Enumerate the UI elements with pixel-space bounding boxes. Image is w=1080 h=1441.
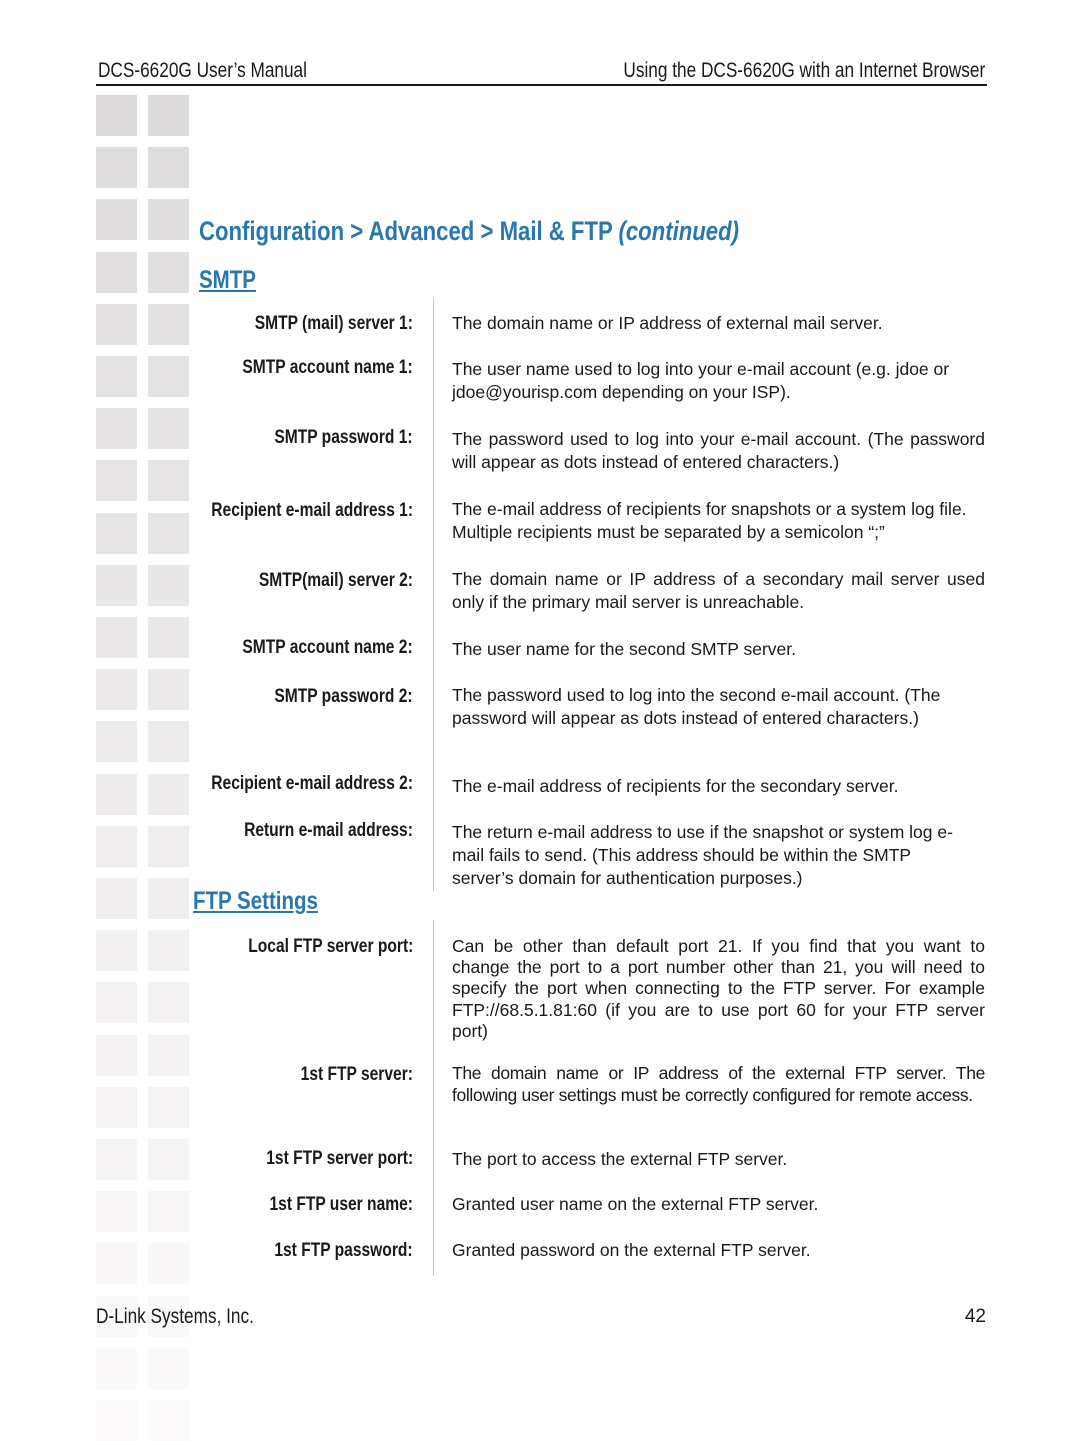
desc-ftp-server-port: The port to access the external FTP serv… xyxy=(452,1149,788,1169)
decorative-square xyxy=(96,408,137,450)
breadcrumb-title: Configuration > Advanced > Mail & FTP xyxy=(199,216,613,246)
decorative-square xyxy=(96,147,137,189)
label-ftp-server-port: 1st FTP server port: xyxy=(266,1148,413,1169)
decorative-square xyxy=(96,1191,137,1233)
desc-ftp-user-name: Granted user name on the external FTP se… xyxy=(452,1194,819,1214)
decorative-square xyxy=(148,251,189,293)
decorative-square xyxy=(148,564,189,606)
decorative-square xyxy=(96,95,137,136)
decorative-square xyxy=(148,721,189,763)
label-ftp-server: 1st FTP server: xyxy=(300,1064,413,1085)
desc-smtp-password-2: The password used to log into the second… xyxy=(452,685,941,728)
decorative-square xyxy=(148,982,189,1024)
decorative-square xyxy=(148,147,189,189)
decorative-square xyxy=(148,303,189,345)
decorative-square xyxy=(148,773,189,815)
label-smtp-password-2: SMTP password 2: xyxy=(274,686,413,707)
label-ftp-password: 1st FTP password: xyxy=(274,1240,413,1261)
label-smtp-server-1: SMTP (mail) server 1: xyxy=(254,313,413,334)
decorative-square xyxy=(96,1400,137,1441)
decorative-square xyxy=(148,460,189,502)
decorative-square xyxy=(96,669,137,711)
desc-smtp-server-2: The domain name or IP address of a secon… xyxy=(452,569,985,612)
page-header: DCS-6620G User’s Manual Using the DCS-66… xyxy=(96,58,987,86)
decorative-square xyxy=(96,303,137,345)
decorative-square xyxy=(96,460,137,502)
decorative-square xyxy=(148,1400,189,1441)
label-smtp-password-1: SMTP password 1: xyxy=(274,427,413,448)
desc-smtp-account-1: The user name used to log into your e-ma… xyxy=(452,359,950,402)
decorative-square xyxy=(148,95,189,136)
decorative-square xyxy=(96,617,137,658)
decorative-square xyxy=(148,669,189,711)
decorative-square xyxy=(96,1347,137,1389)
continued-note: (continued) xyxy=(618,216,740,246)
decorative-square xyxy=(96,825,137,867)
ftp-divider xyxy=(433,920,434,1276)
label-smtp-server-2: SMTP(mail) server 2: xyxy=(258,570,413,591)
desc-smtp-account-2: The user name for the second SMTP server… xyxy=(452,639,797,659)
desc-return-email: The return e-mail address to use if the … xyxy=(452,822,953,888)
ftp-heading: FTP Settings xyxy=(193,887,318,915)
label-recipient-1: Recipient e-mail address 1: xyxy=(211,500,413,521)
decorative-square xyxy=(148,1347,189,1389)
decorative-square xyxy=(96,773,137,815)
decorative-square xyxy=(148,1191,189,1233)
decorative-square xyxy=(96,878,137,919)
decorative-square xyxy=(148,408,189,450)
chapter-title: Using the DCS-6620G with an Internet Bro… xyxy=(623,59,985,82)
decorative-square xyxy=(96,1243,137,1285)
decorative-square xyxy=(96,251,137,293)
page-title: Configuration > Advanced > Mail & FTP (c… xyxy=(199,216,739,247)
decorative-square xyxy=(96,199,137,241)
label-local-ftp-port: Local FTP server port: xyxy=(247,936,413,957)
label-return-email: Return e-mail address: xyxy=(244,820,413,841)
decorative-square xyxy=(148,878,189,919)
desc-smtp-password-1: The password used to log into your e-mai… xyxy=(452,429,985,472)
label-smtp-account-2: SMTP account name 2: xyxy=(242,637,413,658)
desc-ftp-password: Granted password on the external FTP ser… xyxy=(452,1240,811,1260)
manual-title: DCS-6620G User’s Manual xyxy=(98,59,307,82)
decorative-square xyxy=(148,825,189,867)
decorative-square xyxy=(96,564,137,606)
decorative-square xyxy=(148,617,189,658)
decorative-square xyxy=(148,1243,189,1285)
decorative-square xyxy=(148,1086,189,1128)
desc-recipient-2: The e-mail address of recipients for the… xyxy=(452,776,899,796)
decorative-square xyxy=(148,356,189,397)
decorative-square xyxy=(148,930,189,972)
desc-recipient-1: The e-mail address of recipients for sna… xyxy=(452,499,967,542)
smtp-divider xyxy=(433,298,434,891)
decorative-square xyxy=(148,512,189,554)
smtp-heading: SMTP xyxy=(199,266,256,294)
decorative-square xyxy=(148,199,189,241)
decorative-square xyxy=(96,982,137,1024)
decorative-square xyxy=(96,1139,137,1180)
desc-smtp-server-1: The domain name or IP address of externa… xyxy=(452,313,883,333)
label-ftp-user-name: 1st FTP user name: xyxy=(269,1194,413,1215)
decorative-square xyxy=(96,930,137,972)
desc-ftp-server: The domain name or IP address of the ext… xyxy=(452,1063,985,1105)
footer-company: D-Link Systems, Inc. xyxy=(96,1305,254,1328)
decorative-square xyxy=(96,1086,137,1128)
label-recipient-2: Recipient e-mail address 2: xyxy=(211,773,413,794)
decorative-square xyxy=(96,1034,137,1076)
decorative-square xyxy=(96,721,137,763)
decorative-square xyxy=(148,1034,189,1076)
page-number: 42 xyxy=(964,1306,986,1327)
decorative-square xyxy=(96,512,137,554)
decorative-square xyxy=(148,1139,189,1180)
desc-local-ftp-port: Can be other than default port 21. If yo… xyxy=(452,936,985,1041)
label-smtp-account-1: SMTP account name 1: xyxy=(242,357,413,378)
decorative-square xyxy=(96,356,137,397)
